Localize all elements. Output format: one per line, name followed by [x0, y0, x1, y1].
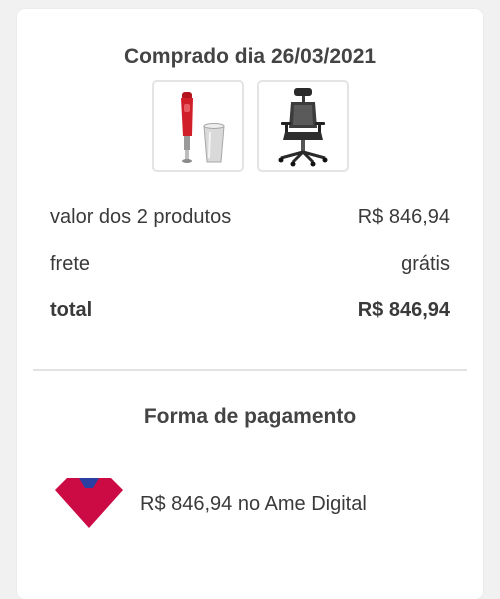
items-value-row: valor dos 2 produtos R$ 846,94 — [50, 206, 450, 229]
office-chair-icon — [278, 88, 327, 167]
payment-method-row: R$ 846,94 no Ame Digital — [53, 476, 367, 532]
payment-section-title: Forma de pagamento — [143, 405, 357, 428]
payment-method-text: R$ 846,94 no Ame Digital — [140, 492, 367, 515]
total-value: R$ 846,94 — [357, 299, 450, 321]
total-row: total R$ 846,94 — [50, 299, 450, 322]
product-thumbnail-blender[interactable] — [151, 80, 244, 172]
hand-blender-icon — [180, 92, 225, 163]
product-thumbnails — [17, 80, 483, 172]
product-thumbnail-chair[interactable] — [256, 80, 349, 172]
order-date-title: Comprado dia 26/03/2021 — [123, 45, 377, 68]
shipping-value: grátis — [401, 253, 450, 275]
order-card: Comprado dia 26/03/2021 valor dos 2 prod… — [17, 9, 483, 599]
items-value-amount: R$ 846,94 — [357, 206, 450, 228]
items-value-label: valor dos 2 produtos — [50, 206, 232, 228]
ame-digital-logo-icon — [55, 478, 123, 528]
section-divider — [33, 369, 467, 371]
shipping-label: frete — [50, 253, 91, 275]
total-label: total — [50, 299, 93, 321]
shipping-row: frete grátis — [50, 253, 450, 276]
